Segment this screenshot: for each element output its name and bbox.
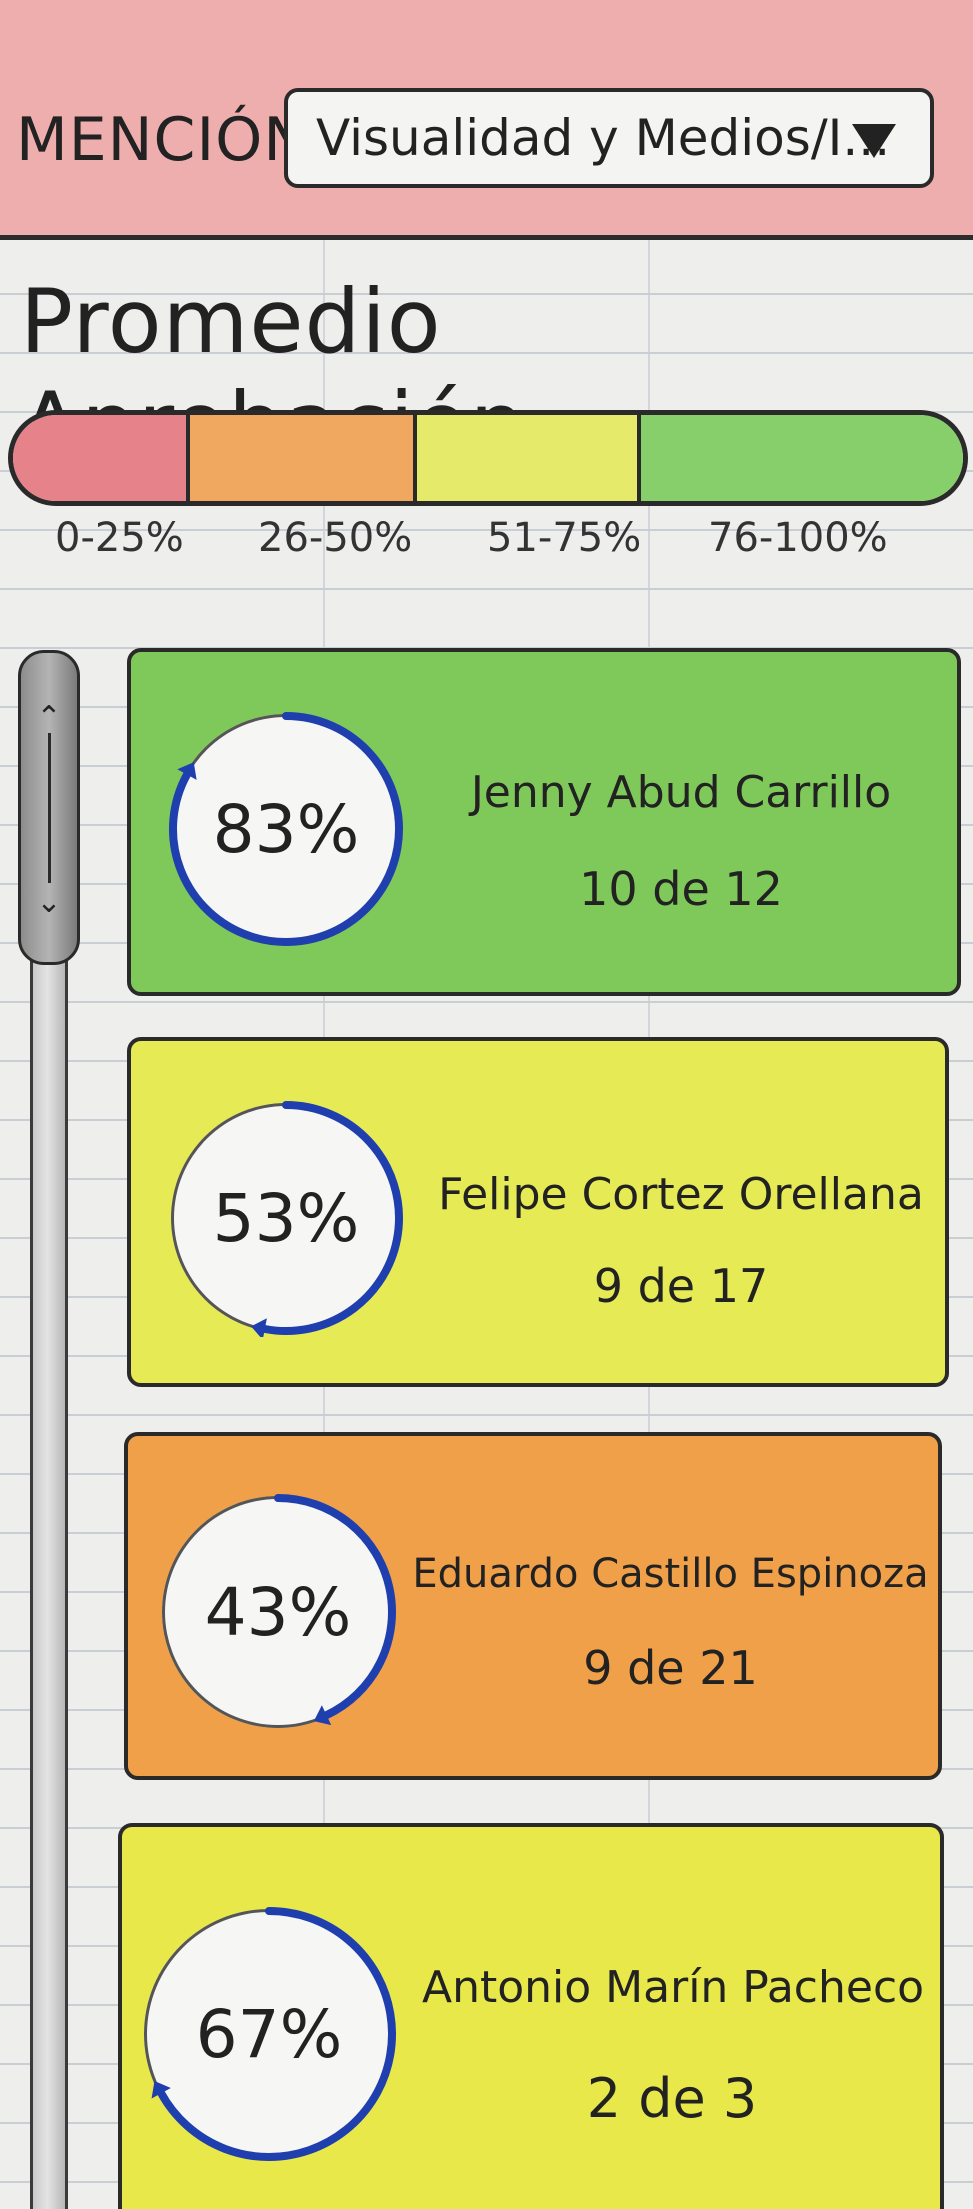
approved-count: 9 de 17 xyxy=(593,1259,769,1313)
legend-segment-green xyxy=(641,415,963,501)
approved-count: 2 de 3 xyxy=(586,2067,758,2130)
arrow-up-icon: ⌃ xyxy=(36,700,62,735)
arrow-down-icon: ⌄ xyxy=(36,885,62,920)
progress-ring: 43% xyxy=(162,1494,396,1728)
student-card[interactable]: 83% Jenny Abud Carrillo 10 de 12 xyxy=(127,648,961,996)
percent-label: 67% xyxy=(195,1995,343,2073)
percent-label: 53% xyxy=(212,1179,360,1257)
student-card[interactable]: 67% Antonio Marín Pacheco 2 de 3 xyxy=(118,1823,944,2209)
legend-labels: 0-25% 26-50% 51-75% 76-100% xyxy=(0,515,973,575)
scrollbar-thumb[interactable]: ⌃ ⌄ xyxy=(18,650,80,965)
approved-count: 10 de 12 xyxy=(579,862,783,916)
student-card[interactable]: 43% Eduardo Castillo Espinoza 9 de 21 xyxy=(124,1432,942,1780)
legend-label-0-25: 0-25% xyxy=(55,515,184,561)
legend-segment-orange xyxy=(190,415,417,501)
approval-legend-bar xyxy=(8,410,968,506)
dropdown-selected-value: Visualidad y Medios/I... xyxy=(316,109,891,167)
student-card[interactable]: 53% Felipe Cortez Orellana 9 de 17 xyxy=(127,1037,949,1387)
student-name: Eduardo Castillo Espinoza xyxy=(412,1551,929,1597)
progress-ring: 67% xyxy=(144,1907,396,2161)
student-name: Antonio Marín Pacheco xyxy=(422,1962,925,2013)
percent-label: 43% xyxy=(204,1573,352,1651)
legend-label-76-100: 76-100% xyxy=(708,515,888,561)
student-name: Jenny Abud Carrillo xyxy=(470,767,892,818)
legend-segment-yellow xyxy=(417,415,641,501)
legend-label-26-50: 26-50% xyxy=(258,515,413,561)
student-name: Felipe Cortez Orellana xyxy=(438,1169,924,1220)
mention-label: MENCIÓN xyxy=(16,105,310,175)
chevron-down-icon[interactable] xyxy=(852,124,896,158)
progress-ring: 53% xyxy=(171,1101,403,1337)
top-header: MENCIÓN Visualidad y Medios/I... xyxy=(0,0,973,240)
legend-label-51-75: 51-75% xyxy=(487,515,642,561)
thumb-grip-line xyxy=(48,733,51,883)
progress-ring: 83% xyxy=(169,712,403,946)
mention-dropdown[interactable]: Visualidad y Medios/I... xyxy=(284,88,934,188)
approved-count: 9 de 21 xyxy=(583,1641,758,1695)
legend-segment-red xyxy=(13,415,190,501)
percent-label: 83% xyxy=(212,790,360,868)
